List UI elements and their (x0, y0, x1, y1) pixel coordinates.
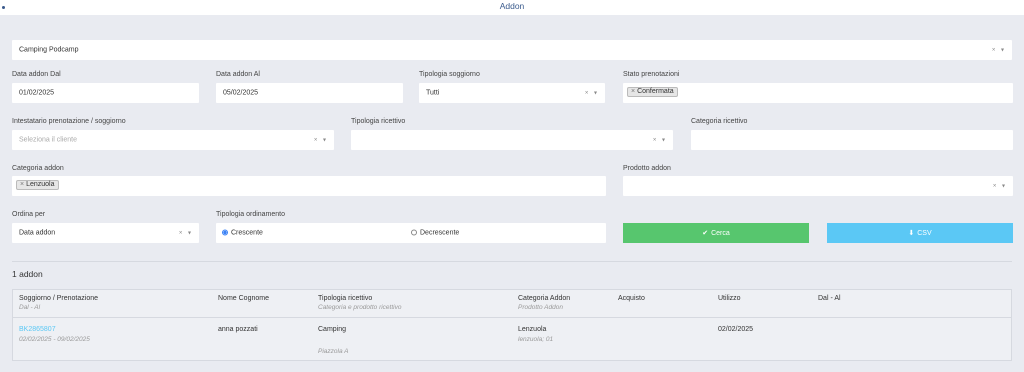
clear-dropdown-icon[interactable]: × ▾ (179, 230, 193, 237)
structure-select[interactable]: Camping Podcamp × ▾ (12, 40, 1012, 60)
addon-category-label: Categoria addon (12, 165, 64, 172)
cell-accommodation-product: Piazzola A (318, 348, 348, 355)
radio-ascending[interactable]: Crescente (222, 229, 263, 237)
top-bar: Addon (0, 0, 1024, 15)
col-stay-booking: Soggiorno / Prenotazione Dal - Al (19, 295, 98, 311)
clear-dropdown-icon[interactable]: × ▾ (993, 183, 1007, 190)
col-accommodation-type: Tipologia ricettivo Categoria e prodotto … (318, 295, 401, 311)
order-type-group: Crescente Decrescente (216, 223, 606, 243)
col-sub: Dal - Al (19, 304, 41, 311)
col-addon-category: Categoria Addon Prodotto Addon (518, 295, 570, 311)
order-by-value: Data addon (19, 229, 56, 237)
accommodation-type-select[interactable]: × ▾ (351, 130, 673, 150)
clear-dropdown-icon[interactable]: × ▾ (653, 137, 667, 144)
addon-category-select[interactable]: × Lenzuola (12, 176, 606, 196)
cell-accommodation-type: Camping (318, 326, 347, 333)
search-button-label: Cerca (711, 229, 730, 237)
col-label: Acquisto (618, 295, 645, 302)
radio-unchecked-icon[interactable] (411, 229, 417, 236)
stay-type-select[interactable]: Tutti × ▾ (419, 83, 605, 103)
col-label: Soggiorno / Prenotazione (19, 295, 98, 302)
col-label: Categoria Addon (518, 295, 571, 302)
cell-accommodation-product-text: Piazzola A (318, 348, 349, 355)
cell-addon-category-text: Lenzuola (518, 326, 547, 333)
col-name: Nome Cognome (218, 295, 269, 302)
page-title: Addon (499, 1, 525, 11)
date-to-input[interactable]: 05/02/2025 (216, 83, 403, 103)
order-type-label: Tipologia ordinamento (216, 211, 286, 218)
col-sub: Categoria e prodotto ricettivo (318, 304, 402, 311)
addon-category-tag[interactable]: × Lenzuola (16, 180, 59, 190)
date-to-value: 05/02/2025 (223, 89, 259, 97)
order-by-label: Ordina per (12, 211, 46, 218)
cell-booking: BK2865807 02/02/2025 - 09/02/2025 (19, 326, 90, 343)
remove-tag-icon[interactable]: × (631, 88, 635, 95)
accommodation-category-select[interactable] (691, 130, 1013, 150)
holder-placeholder: Seleziona il cliente (19, 136, 77, 144)
search-button[interactable]: ✔ Cerca (623, 223, 809, 243)
holder-label: Intestatario prenotazione / soggiorno (12, 118, 126, 125)
status-tag-label: Confermata (637, 88, 674, 95)
results-count: 1 addon (12, 269, 43, 279)
cell-name: anna pozzati (218, 326, 258, 333)
col-sub: Prodotto Addon (518, 304, 563, 311)
stay-type-label: Tipologia soggiorno (419, 71, 480, 78)
results-table: Soggiorno / Prenotazione Dal - Al Nome Co… (12, 289, 1012, 361)
stay-type-value: Tutti (426, 89, 440, 97)
structure-value: Camping Podcamp (19, 46, 79, 54)
cell-addon-category: Lenzuola lenzuola; 01 (518, 326, 553, 343)
clear-dropdown-icon[interactable]: × ▾ (992, 47, 1006, 54)
clear-dropdown-icon[interactable]: × ▾ (314, 137, 328, 144)
date-from-input[interactable]: 01/02/2025 (12, 83, 199, 103)
date-from-value: 01/02/2025 (19, 89, 55, 97)
col-period: Dal - Al (818, 295, 841, 302)
col-purchase: Acquisto (618, 295, 645, 302)
table-header: Soggiorno / Prenotazione Dal - Al Nome Co… (13, 290, 1011, 318)
accommodation-type-label: Tipologia ricettivo (351, 118, 406, 125)
booking-status-label: Stato prenotazioni (623, 71, 680, 78)
col-label: Dal - Al (818, 295, 841, 302)
col-usage: Utilizzo (718, 295, 741, 302)
col-label: Nome Cognome (218, 295, 269, 302)
remove-tag-icon[interactable]: × (20, 181, 24, 188)
csv-button-label: CSV (917, 229, 932, 237)
addon-product-select[interactable]: × ▾ (623, 176, 1013, 196)
col-label: Tipologia ricettivo (318, 295, 373, 302)
order-by-select[interactable]: Data addon × ▾ (12, 223, 199, 243)
download-icon: ⬇ (908, 230, 915, 237)
booking-status-select[interactable]: × Confermata (623, 83, 1013, 103)
cell-dates: 02/02/2025 - 09/02/2025 (19, 336, 90, 343)
cell-usage: 02/02/2025 (718, 326, 754, 333)
csv-button[interactable]: ⬇ CSV (827, 223, 1013, 243)
divider (12, 261, 1012, 262)
accommodation-category-label: Categoria ricettivo (691, 118, 748, 125)
radio-checked-icon[interactable] (222, 229, 228, 236)
status-tag[interactable]: × Confermata (627, 87, 678, 97)
radio-ascending-label: Crescente (231, 229, 263, 237)
booking-link[interactable]: BK2865807 (19, 326, 56, 333)
col-label: Utilizzo (718, 295, 741, 302)
date-from-label: Data addon Dal (12, 71, 61, 78)
radio-descending-label: Decrescente (420, 229, 460, 237)
radio-descending[interactable]: Decrescente (411, 229, 460, 237)
addon-category-tag-label: Lenzuola (26, 181, 55, 188)
clear-dropdown-icon[interactable]: × ▾ (585, 90, 599, 97)
date-to-label: Data addon Al (216, 71, 260, 78)
holder-select[interactable]: Seleziona il cliente × ▾ (12, 130, 334, 150)
addon-product-label: Prodotto addon (623, 165, 671, 172)
check-icon: ✔ (702, 230, 709, 237)
cell-addon-product: lenzuola; 01 (518, 336, 554, 343)
